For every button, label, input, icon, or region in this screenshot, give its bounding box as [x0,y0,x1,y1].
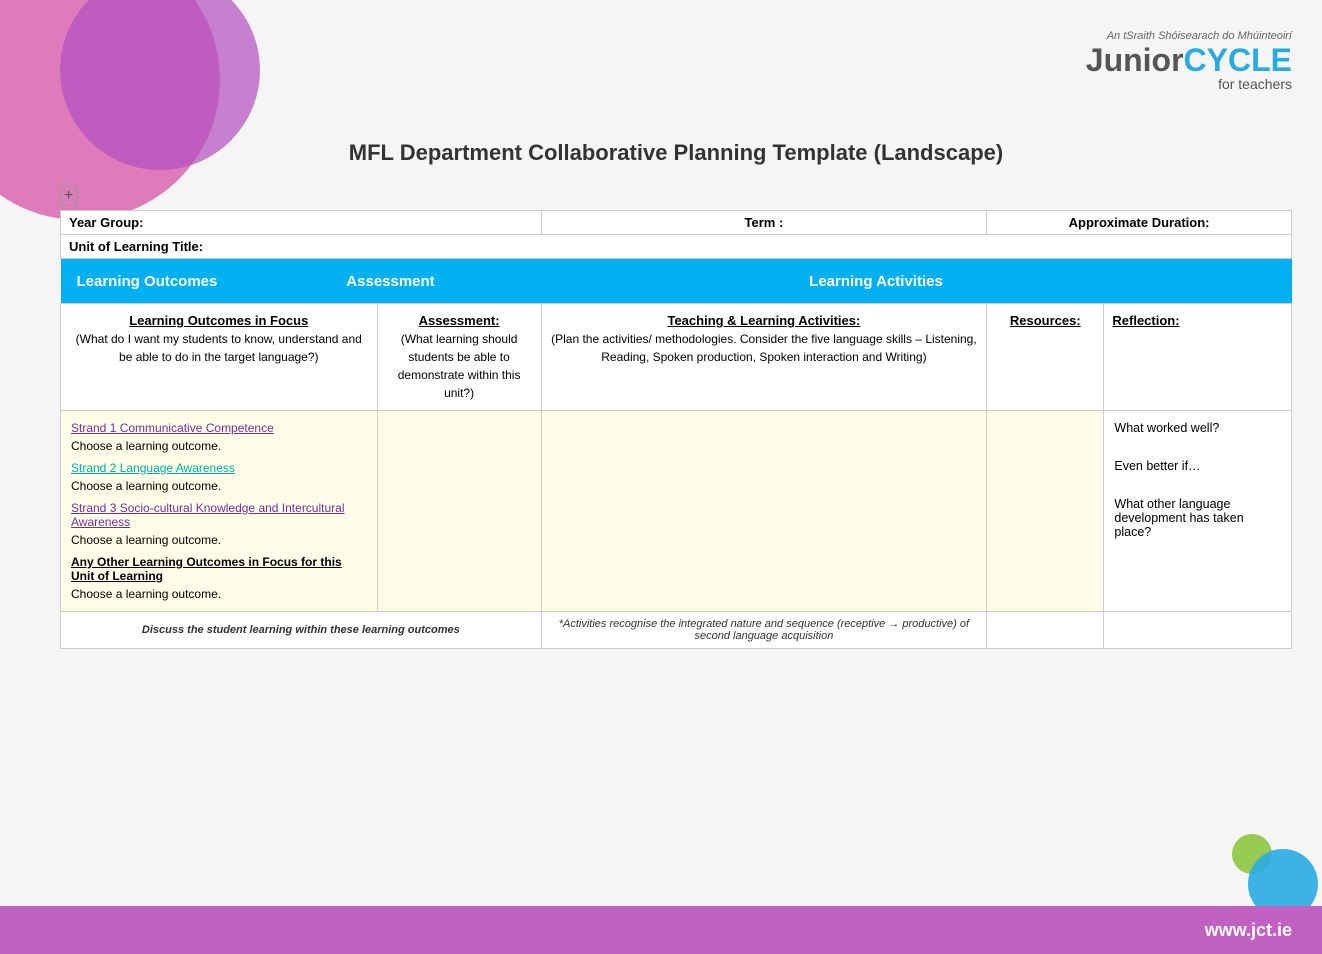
col-lo-sub: (What do I want my students to know, und… [76,332,362,364]
page-title: MFL Department Collaborative Planning Te… [60,140,1292,166]
strand3-choose: Choose a learning outcome. [71,533,221,547]
footer-row: Discuss the student learning within thes… [61,612,1292,649]
assessment-content-cell [377,411,541,612]
logo-cycle: CYCLE [1184,42,1292,78]
activities-content-cell [541,411,987,612]
content-row: Strand 1 Communicative Competence Choose… [61,411,1292,612]
any-other-choose: Choose a learning outcome. [71,587,221,601]
col-lo-title: Learning Outcomes in Focus [129,313,308,328]
what-worked: What worked well? [1114,421,1219,435]
strand1-choose: Choose a learning outcome. [71,439,221,453]
logo-main: JuniorCYCLE [1086,44,1292,76]
column-headers-row: Learning Outcomes in Focus (What do I wa… [61,304,1292,411]
col-reflection-title: Reflection: [1112,313,1179,328]
main-table: Year Group: Term : Approximate Duration:… [60,210,1292,649]
logo-for-teachers: for teachers [1086,76,1292,92]
arrow-assessment: Assessment [321,259,461,303]
bottom-bar: www.jct.ie [0,906,1322,954]
strand2-link[interactable]: Strand 2 Language Awareness [71,461,235,475]
logo-area: An tSraith Shóisearach do Mhúinteoirí Ju… [1086,30,1292,92]
language-dev: What other language development has take… [1114,497,1243,539]
col-activities-title: Teaching & Learning Activities: [667,313,860,328]
strand1-link[interactable]: Strand 1 Communicative Competence [71,421,274,435]
col-activities-sub: (Plan the activities/ methodologies. Con… [551,332,977,364]
term-label: Term : [745,215,784,230]
arrow-learning-outcomes: Learning Outcomes [61,259,321,303]
footer-right: *Activities recognise the integrated nat… [559,618,969,642]
col-learning-outcomes: Learning Outcomes in Focus (What do I wa… [69,312,369,366]
footer-resources [987,612,1104,649]
unit-row: Unit of Learning Title: [61,235,1292,259]
arrow-learning-activities: Learning Activities [461,259,1292,303]
footer-reflection [1104,612,1292,649]
col-activities: Teaching & Learning Activities: (Plan th… [550,312,979,366]
main-content: MFL Department Collaborative Planning Te… [60,140,1292,649]
strand3-link[interactable]: Strand 3 Socio-cultural Knowledge and In… [71,501,345,529]
duration-label: Approximate Duration: [1069,215,1210,230]
strand2-choose: Choose a learning outcome. [71,479,221,493]
footer-url: www.jct.ie [1205,920,1292,941]
resources-content-cell [987,411,1104,612]
unit-label: Unit of Learning Title: [69,239,203,254]
expand-icon[interactable]: + [60,186,77,206]
logo-junior: Junior [1086,42,1184,78]
col-assessment: Assessment: (What learning should studen… [386,312,533,402]
header-row: Year Group: Term : Approximate Duration: [61,211,1292,235]
col-assessment-sub: (What learning should students be able t… [398,332,521,400]
even-better: Even better if… [1114,459,1200,473]
logo-tagline: An tSraith Shóisearach do Mhúinteoirí [1086,30,1292,42]
col-assessment-title: Assessment: [419,313,500,328]
reflection-content-cell: What worked well? Even better if… What o… [1104,411,1292,612]
col-resources-title: Resources: [1010,313,1081,328]
any-other-label: Any Other Learning Outcomes in Focus for… [71,555,342,583]
year-group-label: Year Group: [69,215,143,230]
footer-left: Discuss the student learning within thes… [142,624,460,636]
arrow-header-row: Learning Outcomes Assessment Learning Ac… [61,259,1292,304]
